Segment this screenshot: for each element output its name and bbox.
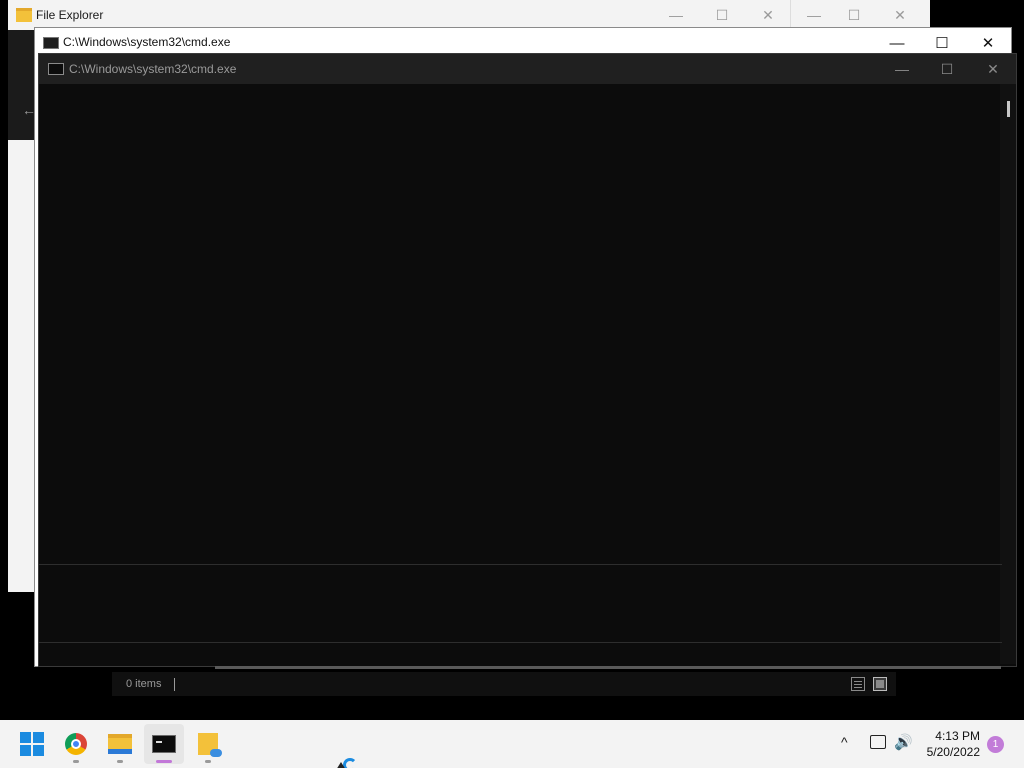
chrome-icon (65, 733, 87, 755)
background-window-titlebar[interactable]: — ☐ ✕ (790, 0, 930, 30)
maximize-button[interactable]: ☐ (831, 0, 877, 30)
close-button[interactable]: ✕ (877, 0, 923, 30)
desktop: File Explorer — ☐ ✕ ← — ☐ ✕ C:\Windows\s… (0, 0, 1024, 768)
running-indicator (205, 760, 211, 763)
show-hidden-icons-button[interactable]: ^ (841, 734, 848, 750)
details-view-icon[interactable] (851, 677, 865, 691)
taskbar-file-explorer[interactable] (100, 724, 140, 764)
close-button[interactable]: ✕ (745, 0, 791, 30)
maximize-button[interactable]: ☐ (924, 54, 970, 84)
folder-icon (108, 734, 132, 754)
divider (39, 564, 1002, 565)
taskbar-command-prompt[interactable] (144, 724, 184, 764)
scrollbar-thumb[interactable] (1007, 101, 1010, 117)
taskbar-folder[interactable] (188, 724, 228, 764)
maximize-button[interactable]: ☐ (699, 0, 745, 30)
start-button[interactable] (12, 724, 52, 764)
cmd-window-title: C:\Windows\system32\cmd.exe (63, 35, 231, 49)
running-indicator (117, 760, 123, 763)
cmd-icon (48, 63, 64, 75)
folder-cloud-icon (198, 733, 222, 757)
taskbar-chrome[interactable] (56, 724, 96, 764)
item-count: 0 items (126, 678, 162, 690)
clock-time[interactable]: 4:13 PM (924, 729, 980, 743)
file-explorer-title: File Explorer (36, 8, 104, 22)
cmd-window-front[interactable]: C:\Windows\system32\cmd.exe — ☐ ✕ (38, 53, 1017, 669)
minimize-button[interactable]: — (879, 54, 925, 84)
close-button[interactable]: ✕ (970, 54, 1016, 84)
explorer-status-bar: 0 items (112, 672, 896, 696)
running-indicator (73, 760, 79, 763)
clock-date[interactable]: 5/20/2022 (920, 745, 980, 759)
volume-icon[interactable]: 🔊 (894, 733, 913, 751)
status-divider (174, 678, 175, 691)
horizontal-scrollbar[interactable] (215, 666, 1001, 669)
cmd-window-title: C:\Windows\system32\cmd.exe (69, 62, 237, 76)
large-icons-view-icon[interactable] (873, 677, 887, 691)
windows-logo-icon (20, 732, 44, 756)
navigation-pane[interactable] (8, 140, 34, 592)
cmd-icon (43, 37, 59, 49)
cmd-icon (152, 735, 176, 753)
active-indicator (156, 760, 172, 763)
folder-icon (16, 8, 32, 22)
network-icon[interactable] (870, 735, 886, 749)
cmd-titlebar[interactable]: C:\Windows\system32\cmd.exe — ☐ ✕ (39, 54, 1016, 84)
vertical-scrollbar[interactable] (1000, 84, 1016, 664)
notification-badge[interactable]: 1 (987, 736, 1004, 753)
mouse-pointer-icon (336, 762, 346, 768)
minimize-button[interactable]: — (653, 0, 699, 30)
divider (39, 642, 1002, 643)
terminal-output[interactable] (39, 84, 1002, 664)
